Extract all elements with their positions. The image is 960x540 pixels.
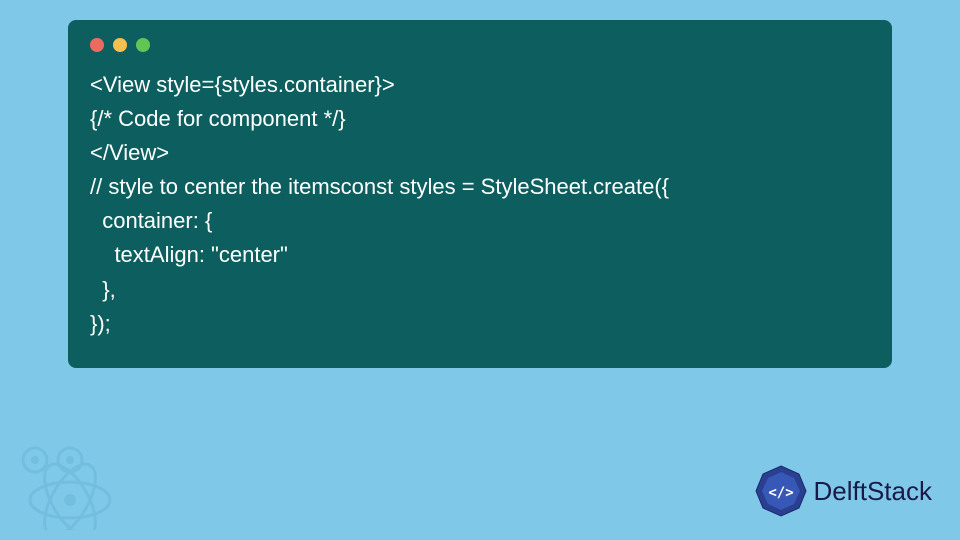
brand-logo-container: </> DelftStack bbox=[754, 464, 933, 518]
code-line: textAlign: "center" bbox=[90, 242, 288, 267]
svg-text:</>: </> bbox=[768, 485, 793, 501]
brand-logo-icon: </> bbox=[754, 464, 808, 518]
code-line: </View> bbox=[90, 140, 169, 165]
brand-name: DelftStack bbox=[814, 476, 933, 507]
code-line: }, bbox=[90, 277, 116, 302]
minimize-icon bbox=[113, 38, 127, 52]
watermark-decoration bbox=[10, 440, 150, 530]
code-line: {/* Code for component */} bbox=[90, 106, 346, 131]
code-line: container: { bbox=[90, 208, 212, 233]
code-window: <View style={styles.container}> {/* Code… bbox=[68, 20, 892, 368]
code-line: }); bbox=[90, 311, 111, 336]
code-content: <View style={styles.container}> {/* Code… bbox=[90, 68, 870, 341]
window-controls bbox=[90, 38, 870, 52]
code-line: <View style={styles.container}> bbox=[90, 72, 395, 97]
maximize-icon bbox=[136, 38, 150, 52]
code-line: // style to center the itemsconst styles… bbox=[90, 174, 669, 199]
close-icon bbox=[90, 38, 104, 52]
